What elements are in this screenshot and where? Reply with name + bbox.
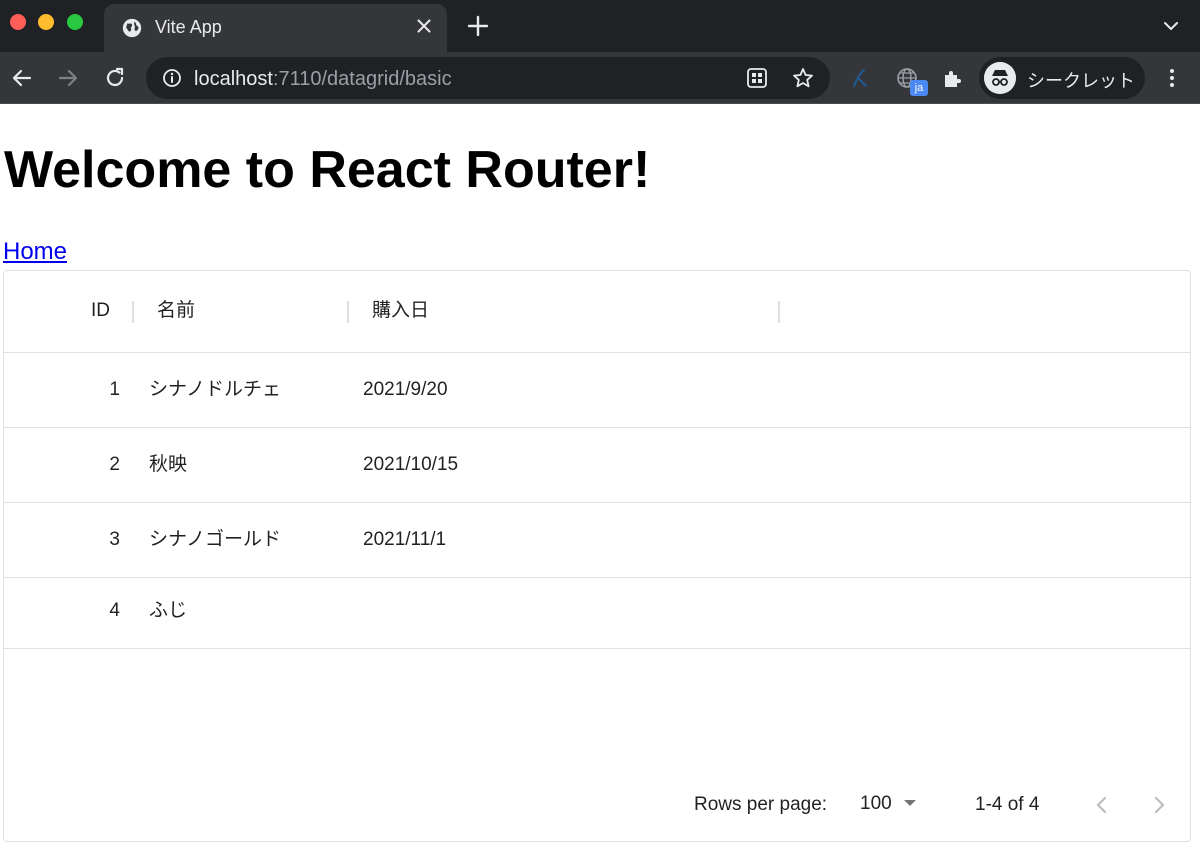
caret-down-icon[interactable] xyxy=(903,798,917,808)
info-icon[interactable] xyxy=(162,68,182,88)
column-separator[interactable] xyxy=(132,301,134,323)
cell-name[interactable]: ふじ xyxy=(149,599,187,623)
rows-per-page-label: Rows per page: xyxy=(694,794,828,815)
address-bar[interactable]: localhost:7110/datagrid/basic xyxy=(146,57,830,99)
browser-tab-active[interactable]: Vite App xyxy=(104,4,447,52)
previous-page-icon[interactable] xyxy=(1088,791,1116,819)
cell-name[interactable]: シナノドルチェ xyxy=(149,378,281,402)
url-text[interactable]: localhost:7110/datagrid/basic xyxy=(194,68,452,91)
reload-icon[interactable] xyxy=(103,66,127,90)
bookmark-star-icon[interactable] xyxy=(791,66,815,90)
column-separator[interactable] xyxy=(778,301,780,323)
table-row[interactable]: 1 シナノドルチェ 2021/9/20 xyxy=(4,353,1190,428)
incognito-profile-button[interactable]: シークレット xyxy=(979,57,1145,99)
grid-header-row: ID 名前 購入日 xyxy=(4,271,1190,353)
extensions-puzzle-icon[interactable] xyxy=(941,66,965,90)
data-grid: ID 名前 購入日 1 シナノドルチェ 2021/9/20 2 秋映 2021/… xyxy=(3,270,1191,842)
table-row[interactable]: 4 ふじ xyxy=(4,574,1190,649)
column-header-id[interactable]: ID xyxy=(4,299,110,323)
cell-name[interactable]: 秋映 xyxy=(149,453,187,477)
globe-icon xyxy=(122,18,142,38)
translate-language-badge: ja xyxy=(910,80,928,96)
next-page-icon[interactable] xyxy=(1145,791,1173,819)
forward-arrow-icon[interactable] xyxy=(56,66,80,90)
cell-id[interactable]: 2 xyxy=(4,453,120,477)
column-header-name[interactable]: 名前 xyxy=(157,299,195,323)
more-vertical-icon[interactable] xyxy=(1160,66,1184,90)
pagination-range: 1-4 of 4 xyxy=(975,794,1040,815)
app-install-icon[interactable] xyxy=(746,67,768,89)
cell-id[interactable]: 1 xyxy=(4,378,120,402)
maximize-window-button[interactable] xyxy=(67,14,83,30)
cell-date[interactable]: 2021/11/1 xyxy=(363,528,446,552)
tab-title: Vite App xyxy=(155,17,222,37)
back-arrow-icon[interactable] xyxy=(10,66,34,90)
cell-name[interactable]: シナノゴールド xyxy=(149,528,281,552)
new-tab-icon[interactable] xyxy=(466,14,490,38)
close-tab-icon[interactable] xyxy=(413,15,435,37)
url-path: :7110/datagrid/basic xyxy=(272,68,452,90)
minimize-window-button[interactable] xyxy=(38,14,54,30)
url-host: localhost xyxy=(194,68,273,90)
grid-pagination-footer: Rows per page: 100 1-4 of 4 xyxy=(4,787,1190,843)
cell-id[interactable]: 3 xyxy=(4,528,120,552)
profile-label: シークレット xyxy=(1027,71,1135,91)
column-separator[interactable] xyxy=(347,301,349,323)
close-window-button[interactable] xyxy=(10,14,26,30)
browser-tab-bar: Vite App xyxy=(0,0,1200,52)
rows-per-page-select[interactable]: 100 xyxy=(860,792,892,816)
extension-router-icon[interactable] xyxy=(849,66,873,90)
cell-id[interactable]: 4 xyxy=(4,599,120,623)
cell-date[interactable]: 2021/10/15 xyxy=(363,453,458,477)
column-header-date[interactable]: 購入日 xyxy=(372,299,429,323)
incognito-icon xyxy=(984,62,1016,94)
table-row[interactable]: 3 シナノゴールド 2021/11/1 xyxy=(4,503,1190,578)
table-row[interactable]: 2 秋映 2021/10/15 xyxy=(4,428,1190,503)
home-link[interactable]: Home xyxy=(3,238,67,266)
cell-date[interactable]: 2021/9/20 xyxy=(363,378,448,402)
page-title: Welcome to React Router! xyxy=(4,141,651,199)
chevron-down-icon[interactable] xyxy=(1161,18,1181,34)
